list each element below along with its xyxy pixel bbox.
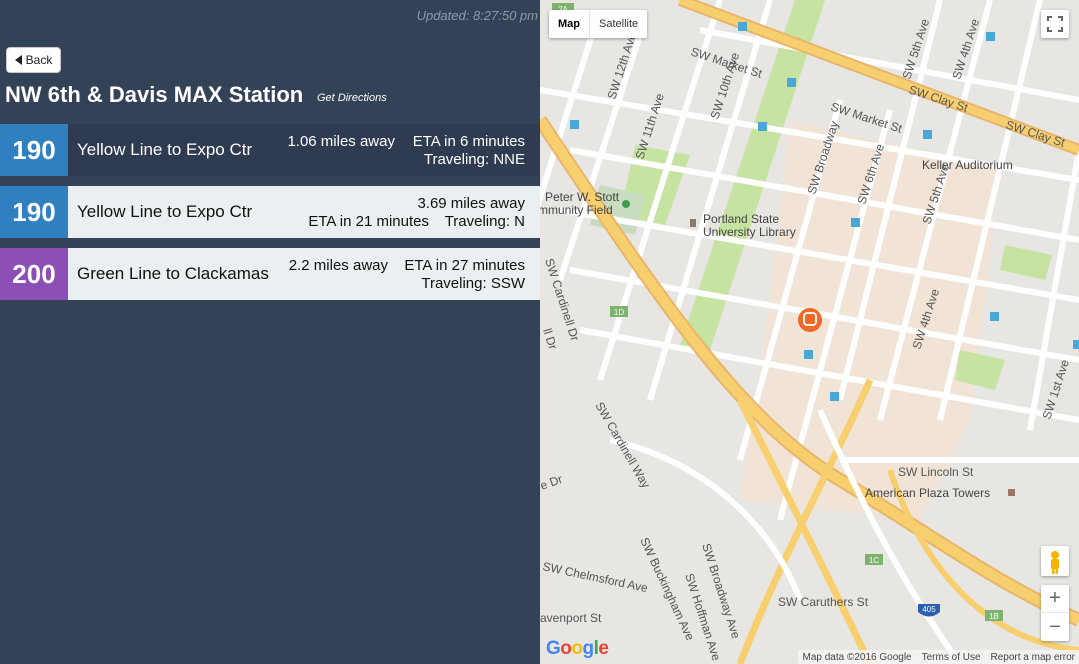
back-label: Back [25,53,53,67]
street-label: SW Market St [829,100,904,136]
get-directions-link[interactable]: Get Directions [317,92,387,104]
pegman-icon [1051,551,1059,574]
arrival-eta: ETA in 21 minutes [308,213,429,230]
zoom-out-button[interactable]: − [1041,613,1069,641]
street-label: SW Caruthers St [778,595,869,609]
back-button[interactable]: Back [6,47,61,73]
route-destination: Yellow Line to Expo Ctr [77,140,253,159]
svg-text:405: 405 [922,605,936,614]
arrival-distance: 3.69 miles away [417,195,525,212]
arrival-distance: 1.06 miles away [287,133,395,150]
street-label: SW Clay St [1004,118,1067,150]
back-arrow-icon [14,55,22,65]
poi-label: Portland State [703,212,779,226]
route-badge: 200 [0,248,68,300]
route-badge: 190 [0,124,68,176]
fullscreen-button[interactable] [1041,10,1069,38]
street-label: SW Cardinell Way [592,400,653,491]
route-destination: Green Line to Clackamas [77,264,269,283]
arrivals-panel: Updated: 8:27:50 pm Back NW 6th & Davis … [0,0,540,664]
poi-label: Peter W. Stott [545,190,620,204]
arrival-row[interactable]: 190 Yellow Line to Expo Ctr 3.69 miles a… [0,186,540,238]
zoom-control: + − [1041,585,1069,641]
poi-label: University Library [703,225,796,239]
map-attribution: Map data ©2016 Google Terms of Use Repor… [798,650,1079,664]
max-station-icon[interactable] [798,308,822,332]
park-icon [622,200,630,208]
page-title: NW 6th & Davis MAX Station [5,82,304,107]
updated-timestamp: Updated: 8:27:50 pm [416,8,538,23]
svg-text:1D: 1D [614,308,624,317]
google-logo: Google [546,638,609,659]
poi-label: American Plaza Towers [865,486,990,500]
terms-link[interactable]: Terms of Use [922,652,981,663]
poi-label: mmunity Field [540,203,613,217]
map-type-control: Map Satellite [549,10,648,38]
arrival-direction: Traveling: N [444,213,525,230]
map-view[interactable]: 2A 1D 1C 1B 405 SW Market St SW Market S… [540,0,1079,664]
arrival-row[interactable]: 190 Yellow Line to Expo Ctr 1.06 miles a… [0,124,540,176]
street-label: SW Lincoln St [898,465,974,479]
zoom-in-button[interactable]: + [1041,585,1069,613]
arrival-row[interactable]: 200 Green Line to Clackamas 2.2 miles aw… [0,248,540,300]
fullscreen-icon [1047,16,1063,32]
arrival-direction: Traveling: SSW [421,275,525,292]
arrival-eta: ETA in 6 minutes [412,133,525,150]
route-badge: 190 [0,186,68,238]
street-label: SW 1st Ave [1040,358,1073,421]
street-label: SW Chelmsford Ave [541,559,649,595]
street-view-pegman[interactable] [1041,546,1069,576]
building-icon [1008,489,1015,496]
arrival-distance: 2.2 miles away [288,257,388,274]
poi-label: Keller Auditorium [922,158,1013,172]
report-error-link[interactable]: Report a map error [991,652,1075,663]
street-label: e Dr [540,472,564,493]
library-icon [690,219,696,227]
street-label: SW Clay St [907,83,970,115]
arrival-eta: ETA in 27 minutes [404,257,525,274]
map-canvas: 2A 1D 1C 1B 405 SW Market St SW Market S… [540,0,1079,664]
route-destination: Yellow Line to Expo Ctr [77,202,253,221]
map-type-satellite-button[interactable]: Satellite [589,10,647,38]
map-data-credit: Map data ©2016 Google [802,651,912,663]
map-type-map-button[interactable]: Map [549,10,589,38]
park-area [1000,245,1052,280]
street-label: ll Dr [540,327,560,352]
street-label: avenport St [540,611,602,625]
svg-text:1C: 1C [869,556,879,565]
arrival-direction: Traveling: NNE [423,151,525,168]
svg-text:1B: 1B [989,612,999,621]
